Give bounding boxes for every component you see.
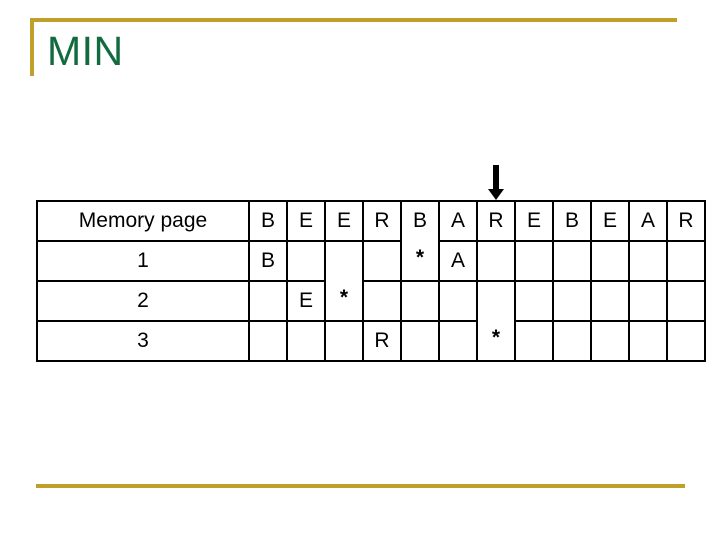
frame-cell-empty <box>628 280 668 322</box>
arrow-down-icon <box>483 165 509 201</box>
frame-cell-empty <box>666 280 706 322</box>
frame-cell-empty <box>476 240 516 282</box>
frame-cell-empty <box>590 320 630 362</box>
reference-string-cell: R <box>666 200 706 242</box>
resident-page-cell: E <box>286 280 326 322</box>
frame-cell-empty <box>590 280 630 322</box>
reference-string-cell: A <box>628 200 668 242</box>
page-fault-marker: * <box>400 237 440 279</box>
frame-cell-empty <box>286 320 326 362</box>
frame-cell-empty <box>286 240 326 282</box>
frame-cell-empty <box>666 240 706 282</box>
reference-string-cell: E <box>324 200 364 242</box>
resident-page-cell: R <box>362 320 402 362</box>
frame-cell-empty <box>476 280 516 322</box>
frame-cell-empty <box>628 240 668 282</box>
resident-page-cell: A <box>438 240 478 282</box>
frame-number-label: 2 <box>36 280 250 322</box>
frame-cell-empty <box>514 240 554 282</box>
slide-canvas: MIN Memory page B E E R B A R E B E A R 1 B * A 2 E * 3 R * <box>0 0 720 540</box>
frame-number-label: 3 <box>36 320 250 362</box>
frame-cell-empty <box>362 240 402 282</box>
page-title: MIN <box>47 28 124 74</box>
table-header-row: Memory page B E E R B A R E B E A R <box>36 200 706 242</box>
memory-page-table: Memory page B E E R B A R E B E A R 1 B * A 2 E * 3 R * <box>36 200 706 362</box>
page-fault-marker: * <box>476 317 516 359</box>
reference-string-cell: B <box>248 200 288 242</box>
footer-rule <box>36 484 685 488</box>
resident-page-cell: B <box>248 240 288 282</box>
frame-cell-empty <box>666 320 706 362</box>
frame-cell-empty <box>514 280 554 322</box>
frame-cell-empty <box>552 240 592 282</box>
table-row: 3 R * <box>36 317 706 362</box>
frame-number-label: 1 <box>36 240 250 282</box>
reference-string-cell: A <box>438 200 478 242</box>
title-rule-top <box>30 18 677 22</box>
frame-cell-empty <box>552 320 592 362</box>
frame-cell-empty <box>628 320 668 362</box>
frame-cell-empty <box>400 280 440 322</box>
reference-string-cell: B <box>552 200 592 242</box>
frame-cell-empty <box>400 320 440 362</box>
reference-string-cell: E <box>514 200 554 242</box>
reference-string-cell: B <box>400 200 440 242</box>
reference-string-cell: R <box>476 200 516 242</box>
reference-string-cell: R <box>362 200 402 242</box>
table-row: 1 B * A <box>36 237 706 282</box>
page-fault-marker: * <box>324 277 364 319</box>
frame-cell-empty <box>514 320 554 362</box>
memory-page-header-label: Memory page <box>36 200 250 242</box>
frame-cell-empty <box>248 280 288 322</box>
frame-cell-empty <box>362 280 402 322</box>
frame-cell-empty <box>552 280 592 322</box>
table-row: 2 E * <box>36 277 706 322</box>
frame-cell-empty <box>438 320 478 362</box>
frame-cell-empty <box>248 320 288 362</box>
reference-string-cell: E <box>286 200 326 242</box>
frame-cell-empty <box>324 320 364 362</box>
frame-cell-empty <box>324 240 364 282</box>
frame-cell-empty <box>590 240 630 282</box>
frame-cell-empty <box>438 280 478 322</box>
reference-string-cell: E <box>590 200 630 242</box>
title-rule-left <box>30 18 34 76</box>
